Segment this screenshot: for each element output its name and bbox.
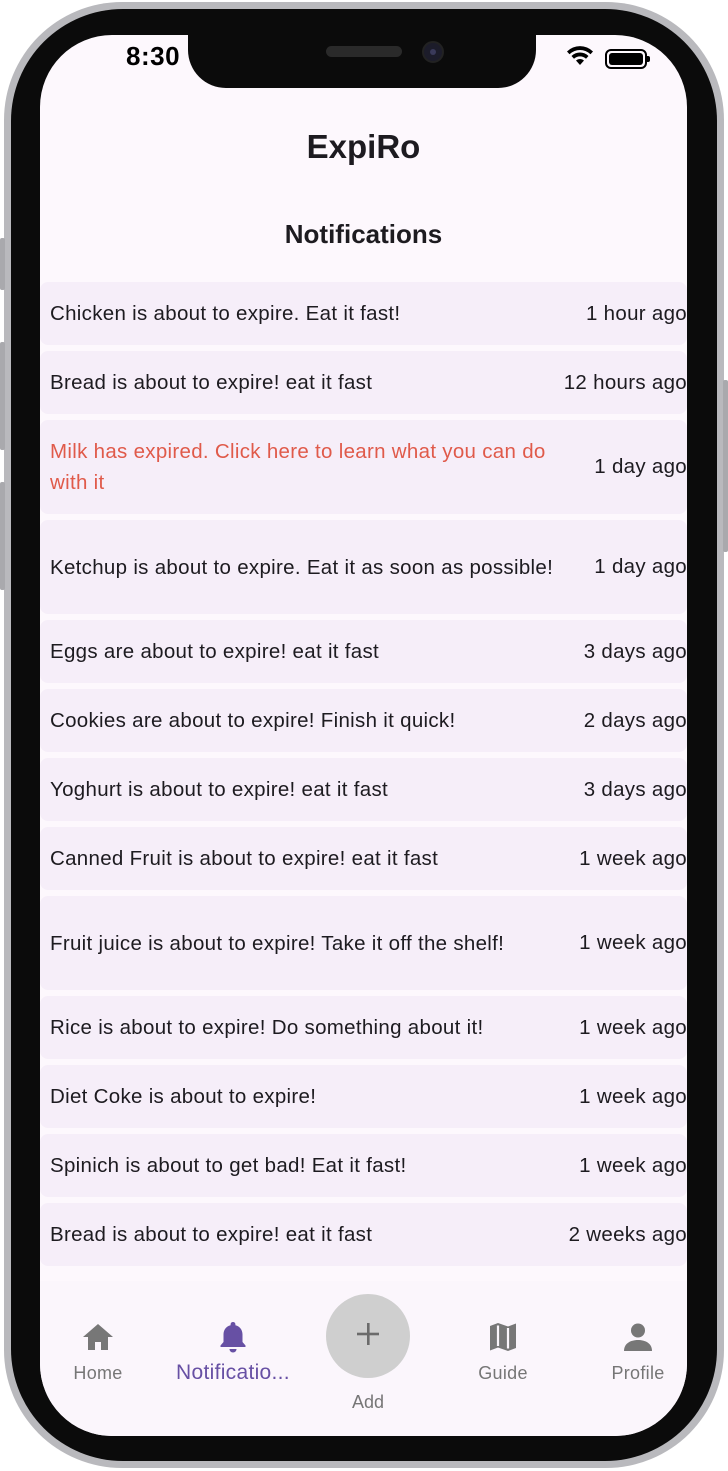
notification-message: Yoghurt is about to expire! eat it fast (50, 778, 389, 801)
notification-message: Cookies are about to expire! Finish it q… (50, 709, 456, 732)
notification-message-link[interactable]: Milk has expired. Click here to learn wh… (50, 436, 585, 498)
notification-item[interactable]: Spinich is about to get bad! Eat it fast… (40, 1134, 687, 1197)
notification-list[interactable]: Chicken is about to expire. Eat it fast!… (40, 282, 687, 1272)
notification-message: Bread is about to expire! eat it fast (50, 371, 373, 394)
notification-time: 2 weeks ago (568, 1222, 687, 1246)
notification-item[interactable]: Eggs are about to expire! eat it fast 3 … (40, 620, 687, 683)
volume-down-button (0, 482, 5, 590)
nav-guide[interactable]: Guide (433, 1281, 573, 1384)
notification-message: Spinich is about to get bad! Eat it fast… (50, 1154, 407, 1177)
add-label: Add (351, 1392, 385, 1412)
plus-icon (355, 1321, 381, 1352)
notification-time: 1 week ago (579, 1015, 687, 1039)
notification-message: Rice is about to expire! Do something ab… (50, 1016, 484, 1039)
notification-time: 3 days ago (583, 639, 687, 663)
notification-message: Ketchup is about to expire. Eat it as so… (50, 555, 554, 579)
notification-item[interactable]: Chicken is about to expire. Eat it fast!… (40, 282, 687, 345)
page-title: Notifications (284, 219, 443, 249)
notification-time: 1 week ago (579, 846, 687, 870)
home-icon (78, 1317, 118, 1357)
nav-notifications[interactable]: Notificatio... (163, 1281, 303, 1385)
notification-message: Eggs are about to expire! eat it fast (50, 640, 380, 663)
notification-item[interactable]: Canned Fruit is about to expire! eat it … (40, 827, 687, 890)
notification-time: 1 hour ago (585, 301, 687, 325)
app-title: ExpiRo (306, 128, 421, 165)
nav-guide-label: Guide (478, 1363, 528, 1383)
person-icon (618, 1317, 658, 1357)
notification-item[interactable]: Fruit juice is about to expire! Take it … (40, 896, 687, 990)
notification-item-expired[interactable]: Milk has expired. Click here to learn wh… (40, 420, 687, 514)
notch (188, 35, 536, 88)
notification-message: Canned Fruit is about to expire! eat it … (50, 847, 439, 870)
status-icons (565, 45, 650, 72)
speaker-grille (326, 46, 402, 57)
silent-switch (0, 238, 5, 290)
notification-time: 1 week ago (579, 931, 687, 954)
notification-item[interactable]: Cookies are about to expire! Finish it q… (40, 689, 687, 752)
notification-item[interactable]: Yoghurt is about to expire! eat it fast … (40, 758, 687, 821)
nav-home[interactable]: Home (40, 1281, 168, 1384)
notification-time: 1 week ago (579, 1153, 687, 1177)
notification-item[interactable]: Rice is about to expire! Do something ab… (40, 996, 687, 1059)
app-screen: 8:30 ExpiRo Notifications Chicken is abo… (40, 35, 687, 1436)
map-icon (483, 1317, 523, 1357)
notification-item[interactable]: Bread is about to expire! eat it fast 2 … (40, 1203, 687, 1266)
front-camera (422, 41, 444, 63)
volume-up-button (0, 342, 5, 450)
add-button[interactable] (326, 1294, 410, 1378)
nav-home-label: Home (73, 1363, 123, 1383)
battery-icon (605, 48, 650, 69)
notification-message: Diet Coke is about to expire! (50, 1085, 317, 1108)
wifi-icon (565, 45, 595, 72)
notification-message: Chicken is about to expire. Eat it fast! (50, 302, 401, 325)
notification-message: Bread is about to expire! eat it fast (50, 1223, 373, 1246)
nav-notifications-label: Notificatio... (176, 1361, 290, 1384)
notification-time: 1 day ago (594, 455, 687, 478)
notification-time: 2 days ago (583, 708, 687, 732)
bottom-navigation: Home Notificatio... Add Guide Profile (40, 1281, 687, 1436)
notification-item[interactable]: Ketchup is about to expire. Eat it as so… (40, 520, 687, 614)
notification-item[interactable]: Diet Coke is about to expire! 1 week ago (40, 1065, 687, 1128)
notification-time: 1 week ago (579, 1084, 687, 1108)
power-button (723, 380, 728, 552)
notification-item[interactable]: Bread is about to expire! eat it fast 12… (40, 351, 687, 414)
bell-icon (213, 1317, 253, 1357)
notification-time: 1 day ago (594, 555, 687, 578)
notification-time: 12 hours ago (563, 370, 687, 394)
status-time: 8:30 (126, 41, 181, 71)
notification-message: Fruit juice is about to expire! Take it … (50, 931, 505, 955)
nav-profile-label: Profile (611, 1363, 665, 1383)
nav-profile[interactable]: Profile (568, 1281, 687, 1384)
notification-time: 3 days ago (583, 777, 687, 801)
